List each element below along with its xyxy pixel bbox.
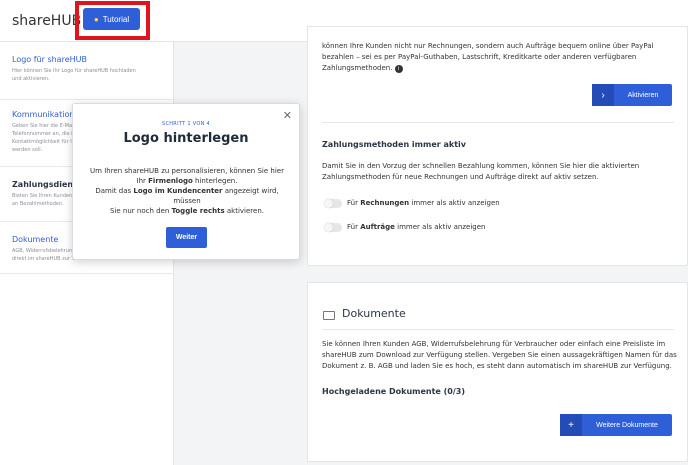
invoices-toggle-label: Für Rechnungen immer als aktiv anzeigen [347,199,500,207]
tutorial-body: Um Ihren shareHUB zu personalisieren, kö… [90,167,284,215]
uploaded-documents-heading: Hochgeladene Dokumente (0/3) [322,387,465,396]
lightbulb-icon: ● [93,14,99,24]
tutorial-step-indicator: SCHRITT 1 VON 4 [161,121,211,127]
orders-always-active-toggle[interactable] [324,223,342,232]
activate-button-label: Aktivieren [627,91,659,99]
documents-text: Sie können Ihren Kunden AGB, Widerrufsbe… [322,340,677,370]
documents-card: Dokumente Sie können Ihren Kunden AGB, W… [307,282,688,462]
sidebar-item-label: Logo für shareHUB [12,55,87,64]
tutorial-popover: ✕ SCHRITT 1 VON 4 Logo hinterlegen Um Ih… [72,103,300,260]
orders-toggle-label: Für Aufträge immer als aktiv anzeigen [347,223,486,231]
info-icon[interactable]: i [394,65,403,73]
tutorial-title: Logo hinterlegen [123,131,249,146]
more-documents-button-label: Weitere Dokumente [596,421,658,429]
plus-icon: + [560,414,582,436]
documents-icon [323,311,335,320]
invoices-always-active-toggle[interactable] [324,199,342,208]
app-title: shareHUB [12,13,82,29]
chevron-right-icon: › [592,84,614,106]
sidebar-item-logo[interactable]: Logo für shareHUB Hier können Sie Ihr Lo… [0,42,174,100]
documents-title: Dokumente [342,307,406,320]
more-documents-button[interactable]: + Weitere Dokumente [560,414,672,436]
tutorial-button[interactable]: ● Tutorial [83,8,140,30]
payment-card: können Ihre Kunden nicht nur Rechnungen,… [307,26,688,266]
tutorial-button-label: Tutorial [102,14,130,24]
divider [322,122,674,123]
tutorial-next-button[interactable]: Weiter [166,227,207,248]
payment-intro-text: können Ihre Kunden nicht nur Rechnungen,… [322,42,654,73]
divider [322,329,674,330]
always-active-text: Damit Sie in den Vorzug der schnellen Be… [322,162,640,181]
sidebar-item-description: Hier können Sie Ihr Logo für shareHUB ho… [12,68,136,82]
always-active-title: Zahlungsmethoden immer aktiv [322,140,466,149]
activate-button[interactable]: › Aktivieren [592,84,672,106]
